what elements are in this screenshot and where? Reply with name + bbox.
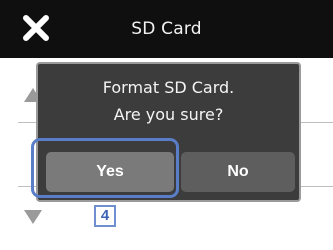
dialog-message-line1: Format SD Card.: [102, 78, 235, 97]
no-button[interactable]: No: [181, 152, 295, 192]
scroll-down-icon[interactable]: [24, 210, 42, 224]
yes-button-highlight: [31, 138, 179, 198]
dialog-message-line2: Are you sure?: [113, 105, 224, 124]
step-number-badge: 4: [94, 205, 116, 227]
screen-title: SD Card: [131, 19, 202, 39]
title-bar: SD Card: [0, 0, 333, 58]
